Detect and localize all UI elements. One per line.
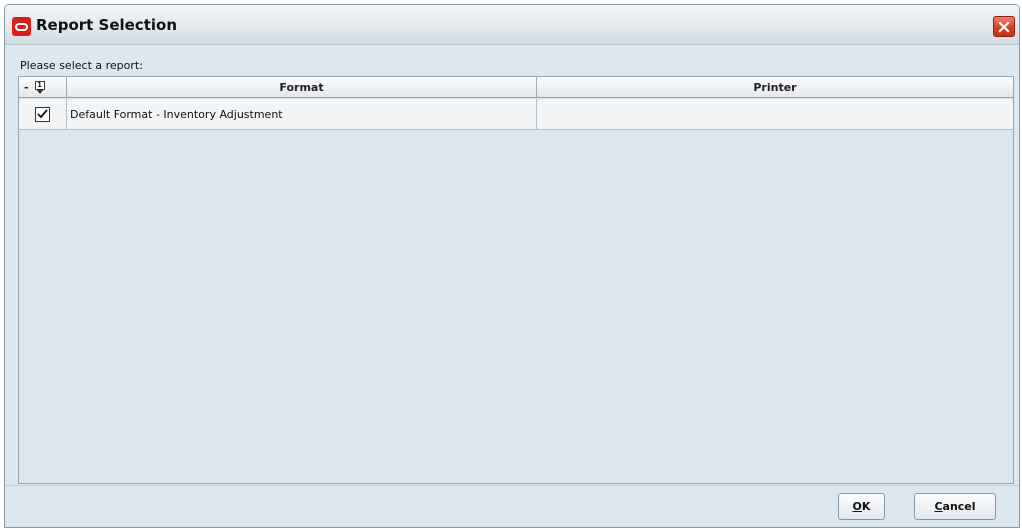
dialog-footer: OK Cancel [5, 485, 1019, 527]
ok-label-rest: K [861, 500, 871, 513]
close-icon [998, 20, 1010, 33]
ok-mnemonic: O [852, 500, 862, 513]
cancel-button[interactable]: Cancel [914, 493, 996, 520]
sort-order-icon: 1 [34, 80, 45, 94]
grid-header: - 1 Format Printer [19, 77, 1013, 98]
format-cell[interactable]: Default Format - Inventory Adjustment [67, 99, 537, 129]
format-column-header[interactable]: Format [67, 77, 537, 97]
close-button[interactable] [993, 16, 1015, 37]
cancel-mnemonic: C [934, 500, 943, 513]
row-select-cell [19, 99, 67, 129]
report-selection-dialog: Report Selection Please select a report:… [4, 4, 1020, 528]
printer-column-header[interactable]: Printer [537, 77, 1013, 97]
dialog-title: Report Selection [36, 16, 178, 34]
cancel-label-rest: ancel [942, 500, 976, 513]
report-checkbox[interactable] [35, 106, 50, 122]
select-column-header[interactable]: - 1 [19, 77, 67, 97]
oracle-logo-icon [12, 17, 31, 36]
select-report-prompt: Please select a report: [20, 59, 143, 72]
select-column-label: - [24, 80, 29, 94]
table-row[interactable]: Default Format - Inventory Adjustment [19, 99, 1013, 130]
report-grid: - 1 Format Printer Default Format - Inve… [18, 76, 1014, 484]
printer-cell[interactable] [537, 99, 1013, 129]
dialog-body: Please select a report: - 1 Format Print… [11, 45, 1014, 485]
checkmark-icon [37, 109, 48, 119]
title-bar[interactable]: Report Selection [5, 5, 1019, 45]
ok-button[interactable]: OK [838, 493, 885, 520]
